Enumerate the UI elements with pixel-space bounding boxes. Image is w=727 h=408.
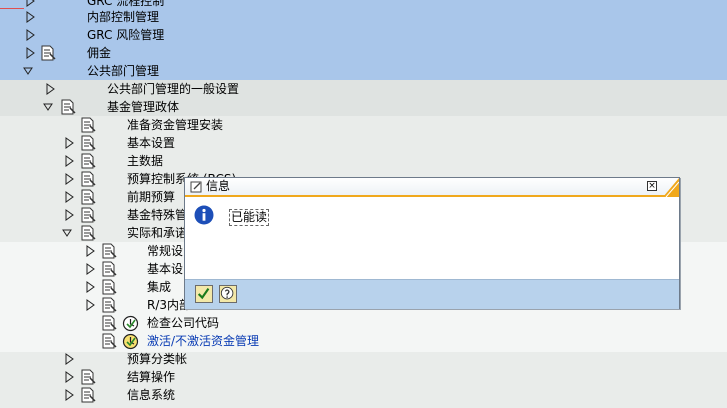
tree-item-label: 公共部门管理	[87, 64, 160, 78]
tree-item-budget-ledger[interactable]: 预算分类帐	[0, 350, 727, 368]
documentation-icon[interactable]	[101, 243, 118, 259]
collapse-down-icon[interactable]	[22, 62, 34, 80]
tree-item-label: 主数据	[127, 154, 164, 168]
window-icon	[190, 181, 202, 193]
documentation-icon[interactable]	[101, 297, 118, 313]
confirm-button[interactable]	[195, 285, 213, 303]
documentation-icon[interactable]	[80, 117, 97, 133]
tree-item-prepare-install[interactable]: 准备资金管理安装	[0, 116, 727, 134]
expand-right-icon[interactable]	[24, 44, 36, 62]
tree-item-internal-control[interactable]: 内部控制管理	[0, 8, 727, 26]
documentation-icon[interactable]	[101, 315, 118, 331]
documentation-icon[interactable]	[40, 45, 57, 61]
tree-item-label: 前期预算	[127, 190, 176, 204]
expand-right-icon[interactable]	[63, 188, 75, 206]
expand-right-icon[interactable]	[84, 242, 96, 260]
help-icon	[220, 286, 234, 300]
expand-right-icon[interactable]	[84, 278, 96, 296]
documentation-icon[interactable]	[101, 333, 118, 349]
tree-item-label[interactable]: 激活/不激活资金管理	[147, 332, 259, 350]
tree-item-label: 基本设	[147, 262, 184, 276]
close-button[interactable]: ×	[647, 181, 657, 191]
tree-item-label: 公共部门管理的一般设置	[107, 82, 240, 96]
tree-item-label: GRC 风险管理	[87, 28, 165, 42]
tree-item-label: 结算操作	[127, 370, 176, 384]
tree-item-activate-funds-mgmt[interactable]: 激活/不激活资金管理	[0, 332, 727, 350]
tree-item-closing-operations[interactable]: 结算操作	[0, 368, 727, 386]
tree-item-label: 基金特殊管	[127, 208, 188, 222]
execute-clock-icon[interactable]	[122, 333, 139, 350]
documentation-icon[interactable]	[80, 189, 97, 205]
info-dialog: 信息 × 已能读	[184, 177, 680, 309]
expand-right-icon[interactable]	[84, 260, 96, 278]
documentation-icon[interactable]	[101, 279, 118, 295]
expand-right-icon[interactable]	[24, 8, 36, 26]
expand-right-icon[interactable]	[63, 368, 75, 386]
documentation-icon[interactable]	[80, 207, 97, 223]
documentation-icon[interactable]	[80, 171, 97, 187]
expand-right-icon[interactable]	[24, 26, 36, 44]
collapse-down-icon[interactable]	[42, 98, 54, 116]
dialog-corner-decoration	[663, 178, 679, 197]
tree-item-label: 内部控制管理	[87, 10, 160, 24]
expand-right-icon[interactable]	[63, 206, 75, 224]
dialog-message: 已能读	[229, 209, 270, 226]
tree-item-label: 检查公司代码	[147, 316, 220, 330]
expand-right-icon[interactable]	[63, 386, 75, 404]
tree-item-commission[interactable]: 佣金	[0, 44, 727, 62]
documentation-icon[interactable]	[80, 225, 97, 241]
documentation-icon[interactable]	[80, 153, 97, 169]
documentation-icon[interactable]	[80, 369, 97, 385]
expand-right-icon[interactable]	[63, 134, 75, 152]
documentation-icon[interactable]	[80, 387, 97, 403]
documentation-icon[interactable]	[80, 135, 97, 151]
tree-item-label: 基金管理政体	[107, 100, 180, 114]
tree-item-label: 信息系统	[127, 388, 176, 402]
tree-item-grc-risk[interactable]: GRC 风险管理	[0, 26, 727, 44]
checkmark-icon	[197, 288, 210, 300]
tree-item-funds-management[interactable]: 基金管理政体	[0, 98, 727, 116]
tree-item-public-sector[interactable]: 公共部门管理	[0, 62, 727, 80]
tree-item-label: 预算分类帐	[127, 352, 188, 366]
documentation-icon[interactable]	[101, 261, 118, 277]
tree-item-public-sector-general[interactable]: 公共部门管理的一般设置	[0, 80, 727, 98]
execute-clock-icon[interactable]	[122, 315, 139, 332]
expand-right-icon[interactable]	[63, 152, 75, 170]
documentation-icon[interactable]	[60, 99, 77, 115]
tree-item-information-system[interactable]: 信息系统	[0, 386, 727, 404]
tree-item-label: 准备资金管理安装	[127, 118, 224, 132]
tree-item-label: 常规设	[147, 244, 184, 258]
tree-item-label: 基本设置	[127, 136, 176, 150]
expand-right-icon[interactable]	[84, 296, 96, 314]
expand-right-icon[interactable]	[63, 170, 75, 188]
tree-item-label: 实际和承诺	[127, 226, 188, 240]
collapse-down-icon[interactable]	[61, 224, 73, 242]
information-icon	[194, 205, 214, 225]
dialog-button-bar	[185, 279, 679, 309]
dialog-titlebar[interactable]: 信息 ×	[185, 178, 679, 197]
tree-item-master-data[interactable]: 主数据	[0, 152, 727, 170]
tree-item-label: 佣金	[87, 46, 112, 60]
expand-right-icon[interactable]	[44, 80, 56, 98]
help-button[interactable]	[219, 285, 237, 303]
tree-item-basic-settings[interactable]: 基本设置	[0, 134, 727, 152]
dialog-title: 信息	[206, 179, 231, 193]
tree-item-label: 集成	[147, 280, 172, 294]
tree-item-check-company-code[interactable]: 检查公司代码	[0, 314, 727, 332]
expand-right-icon[interactable]	[63, 350, 75, 368]
